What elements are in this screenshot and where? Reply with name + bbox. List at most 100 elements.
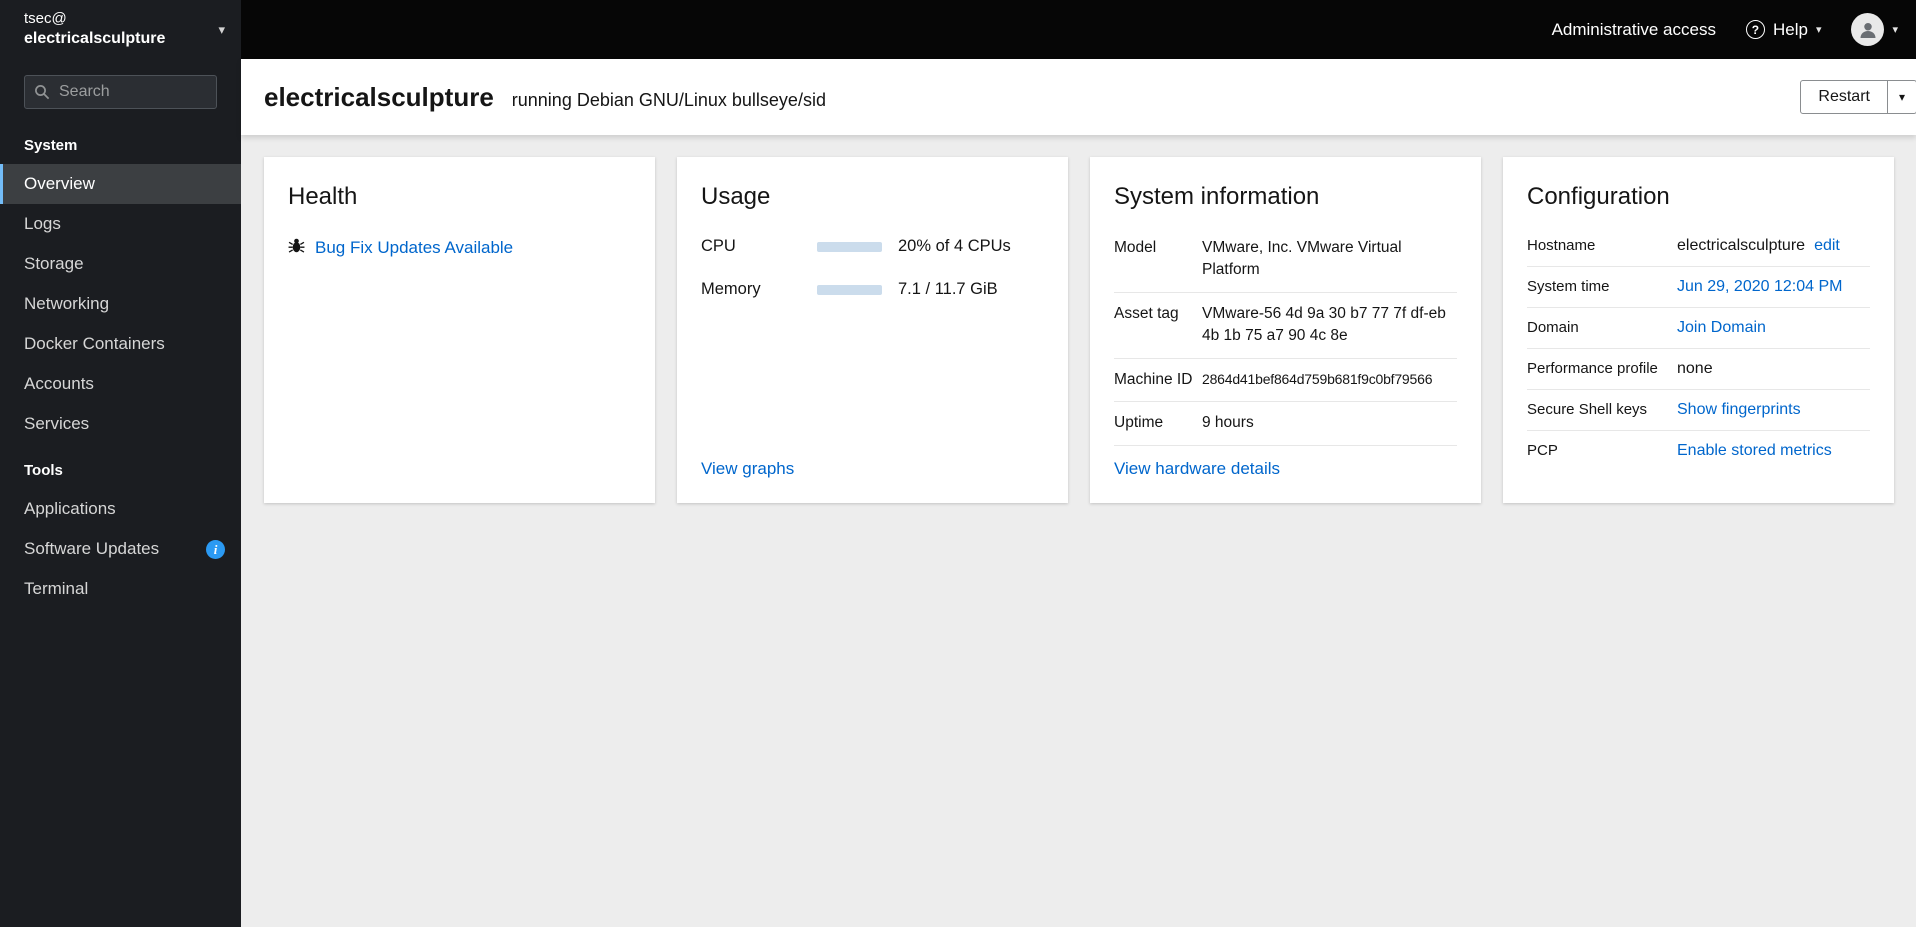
avatar <box>1851 13 1885 46</box>
cpu-usage-value: 20% of 4 CPUs <box>898 237 1011 255</box>
performance-profile-value: none <box>1677 360 1713 377</box>
cpu-label: CPU <box>701 237 736 255</box>
host-title-group: electricalsculpture running Debian GNU/L… <box>264 82 826 113</box>
view-hardware-details-link[interactable]: View hardware details <box>1114 459 1457 479</box>
pcp-label: PCP <box>1527 442 1558 459</box>
asset-tag-value: VMware-56 4d 9a 30 b7 77 7f df-eb 4b 1b … <box>1202 304 1446 345</box>
uptime-row: Uptime 9 hours <box>1114 402 1457 446</box>
health-card-title: Health <box>288 183 358 210</box>
memory-usage-value: 7.1 / 11.7 GiB <box>898 280 998 298</box>
nav-section-tools: Tools <box>24 462 63 479</box>
model-value: VMware, Inc. VMware Virtual Platform <box>1202 239 1402 279</box>
machine-id-label: Machine ID <box>1114 370 1193 388</box>
hostname-label: Hostname <box>1527 237 1596 254</box>
search-input[interactable] <box>24 75 217 109</box>
sidebar-item-logs[interactable]: Logs <box>0 204 241 244</box>
chevron-down-icon: ▾ <box>218 21 225 37</box>
hostname-edit-link[interactable]: edit <box>1814 237 1840 255</box>
performance-profile-label: Performance profile <box>1527 360 1658 377</box>
domain-label: Domain <box>1527 319 1579 336</box>
main-column: Administrative access ? Help ▾ ▾ electri… <box>241 0 1916 927</box>
system-time-row: System time Jun 29, 2020 12:04 PM <box>1527 267 1870 308</box>
sidebar-item-accounts[interactable]: Accounts <box>0 364 241 404</box>
restart-split-button: Restart ▾ <box>1800 80 1916 114</box>
nav-item-label: Software Updates <box>24 539 160 558</box>
bug-fix-updates-link[interactable]: Bug Fix Updates Available <box>315 238 513 258</box>
nav-item-label: Overview <box>24 174 95 193</box>
sidebar-item-networking[interactable]: Networking <box>0 284 241 324</box>
sidebar-item-storage[interactable]: Storage <box>0 244 241 284</box>
sidebar-username: tsec@ <box>24 10 67 28</box>
os-subtitle: running Debian GNU/Linux bullseye/sid <box>511 89 826 110</box>
page-header: electricalsculpture running Debian GNU/L… <box>241 59 1916 135</box>
cpu-progress-bar <box>817 241 882 252</box>
asset-tag-label: Asset tag <box>1114 304 1179 322</box>
nav-item-label: Applications <box>24 499 116 518</box>
machine-id-value: 2864d41bef864d759b681f9c0bf79566 <box>1202 370 1433 387</box>
sidebar-item-applications[interactable]: Applications <box>0 489 241 529</box>
administrative-access-button[interactable]: Administrative access <box>1552 20 1716 40</box>
memory-usage-row: Memory 7.1 / 11.7 GiB <box>701 280 1044 299</box>
system-time-link[interactable]: Jun 29, 2020 12:04 PM <box>1677 278 1842 296</box>
app-root: tsec@ electricalsculpture ▾ System Overv… <box>0 0 1916 927</box>
sidebar-item-services[interactable]: Services <box>0 404 241 444</box>
usage-card: Usage CPU 20% of 4 CPUs Memory 7.1 / 11.… <box>677 157 1068 503</box>
bug-icon <box>288 237 305 259</box>
host-switcher[interactable]: tsec@ electricalsculpture ▾ <box>0 0 241 59</box>
view-graphs-link[interactable]: View graphs <box>701 459 1044 479</box>
nav-item-label: Services <box>24 414 90 433</box>
info-icon: i <box>206 539 225 559</box>
uptime-label: Uptime <box>1114 414 1164 432</box>
sidebar: tsec@ electricalsculpture ▾ System Overv… <box>0 0 241 927</box>
sidebar-item-software-updates[interactable]: Software Updates i <box>0 529 241 569</box>
configuration-title: Configuration <box>1527 183 1670 210</box>
join-domain-link[interactable]: Join Domain <box>1677 319 1766 337</box>
search-icon <box>34 84 50 105</box>
health-item: Bug Fix Updates Available <box>288 237 631 259</box>
restart-dropdown-toggle[interactable]: ▾ <box>1886 80 1916 114</box>
chevron-down-icon: ▾ <box>1898 90 1905 104</box>
session-menu-button[interactable]: ▾ <box>1851 13 1898 46</box>
hostname-value: electricalsculpture <box>1677 237 1806 254</box>
usage-card-title: Usage <box>701 183 771 210</box>
nav-item-label: Networking <box>24 294 110 313</box>
health-card: Health Bug Fix Updates Available <box>264 157 655 503</box>
chevron-down-icon: ▾ <box>1892 24 1898 36</box>
host-block: tsec@ electricalsculpture <box>24 10 165 49</box>
enable-stored-metrics-link[interactable]: Enable stored metrics <box>1677 442 1832 460</box>
help-menu-button[interactable]: ? Help ▾ <box>1745 20 1822 40</box>
nav-item-label: Storage <box>24 254 84 273</box>
nav-item-label: Docker Containers <box>24 334 165 353</box>
page-content: Health Bug Fix Updates Available Usage C… <box>241 135 1916 927</box>
sidebar-item-terminal[interactable]: Terminal <box>0 569 241 609</box>
restart-button[interactable]: Restart <box>1800 80 1888 114</box>
system-time-label: System time <box>1527 278 1610 295</box>
administrative-access-label: Administrative access <box>1551 19 1716 39</box>
asset-tag-row: Asset tag VMware-56 4d 9a 30 b7 77 7f df… <box>1114 293 1457 359</box>
machine-id-row: Machine ID 2864d41bef864d759b681f9c0bf79… <box>1114 359 1457 403</box>
memory-label: Memory <box>701 280 761 298</box>
hostname-row: Hostname electricalsculpture edit <box>1527 237 1870 267</box>
pcp-row: PCP Enable stored metrics <box>1527 431 1870 471</box>
sidebar-nav: System Overview Logs Storage Networking … <box>0 119 241 609</box>
cpu-usage-row: CPU 20% of 4 CPUs <box>701 237 1044 256</box>
model-label: Model <box>1114 239 1157 256</box>
nav-item-label: Terminal <box>24 579 89 598</box>
sidebar-item-overview[interactable]: Overview <box>0 164 241 204</box>
chevron-down-icon: ▾ <box>1815 24 1822 36</box>
nav-item-label: Accounts <box>24 374 94 393</box>
sidebar-item-docker-containers[interactable]: Docker Containers <box>0 324 241 364</box>
performance-profile-row: Performance profile none <box>1527 349 1870 390</box>
memory-progress-bar <box>817 284 882 295</box>
nav-section-system: System <box>24 137 78 154</box>
show-fingerprints-link[interactable]: Show fingerprints <box>1677 401 1801 419</box>
model-row: Model VMware, Inc. VMware Virtual Platfo… <box>1114 237 1457 293</box>
page-title: electricalsculpture <box>264 81 494 112</box>
domain-row: Domain Join Domain <box>1527 308 1870 349</box>
system-information-title: System information <box>1114 183 1320 210</box>
system-information-card: System information Model VMware, Inc. VM… <box>1090 157 1481 503</box>
masthead: Administrative access ? Help ▾ ▾ <box>241 0 1916 59</box>
nav-item-label: Logs <box>24 214 61 233</box>
question-circle-icon: ? <box>1745 20 1765 39</box>
secure-shell-keys-row: Secure Shell keys Show fingerprints <box>1527 390 1870 431</box>
